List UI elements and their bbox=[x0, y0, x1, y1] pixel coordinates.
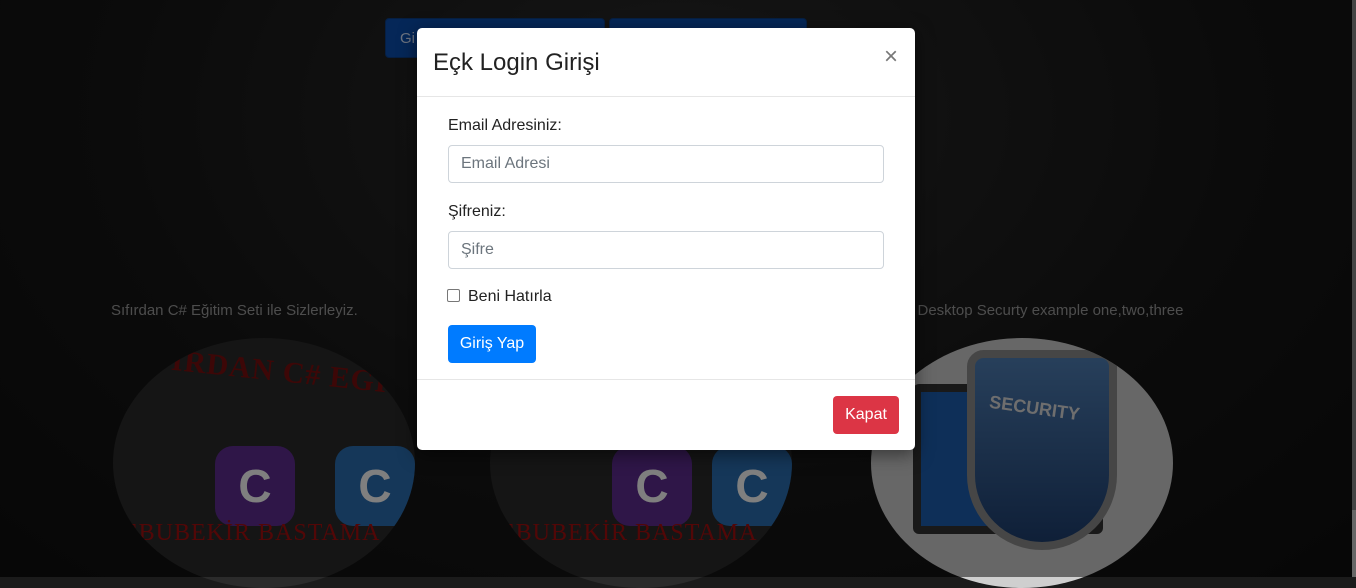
modal-footer-divider bbox=[417, 379, 915, 380]
modal-title: Eçk Login Girişi bbox=[433, 49, 600, 76]
password-label: Şifreniz: bbox=[448, 203, 506, 220]
remember-checkbox[interactable] bbox=[447, 289, 460, 302]
close-button[interactable]: Kapat bbox=[833, 396, 899, 434]
modal-header: Eçk Login Girişi × bbox=[417, 28, 915, 97]
login-modal: Eçk Login Girişi × Email Adresiniz: Şifr… bbox=[417, 28, 915, 450]
close-icon[interactable]: × bbox=[880, 44, 902, 70]
remember-label[interactable]: Beni Hatırla bbox=[468, 288, 552, 306]
email-field[interactable] bbox=[448, 145, 884, 183]
email-label: Email Adresiniz: bbox=[448, 117, 562, 134]
password-field[interactable] bbox=[448, 231, 884, 269]
login-button[interactable]: Giriş Yap bbox=[448, 325, 536, 363]
